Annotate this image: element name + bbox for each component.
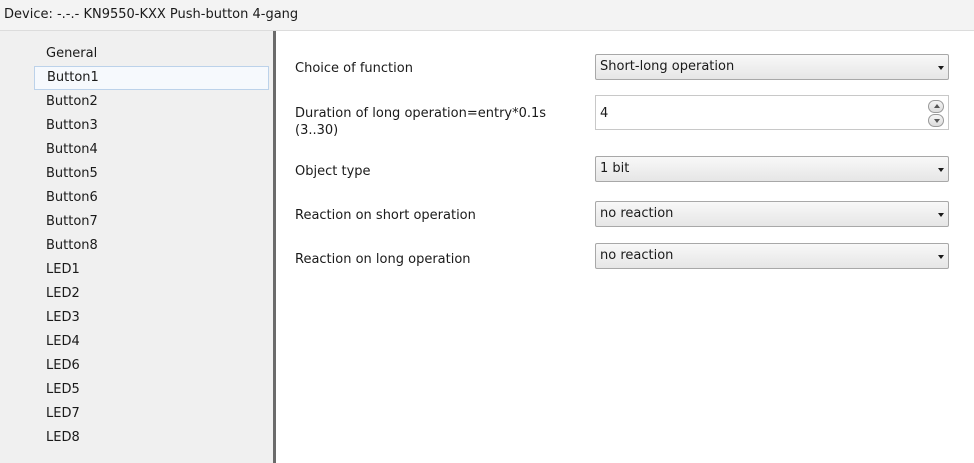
spin-down-button[interactable] bbox=[928, 114, 944, 127]
choice-of-function-label: Choice of function bbox=[295, 61, 413, 76]
long-duration-input[interactable]: 4 bbox=[595, 95, 949, 130]
arrow-down-icon bbox=[934, 119, 940, 123]
sidebar-item-button1[interactable]: Button1 bbox=[34, 66, 269, 90]
long-duration-label: Duration of long operation=entry*0.1s bbox=[295, 106, 547, 121]
sidebar-item-led3[interactable]: LED3 bbox=[34, 306, 269, 330]
sidebar-item-led4[interactable]: LED4 bbox=[34, 330, 269, 354]
choice-of-function-value: Short-long operation bbox=[600, 59, 735, 74]
choice-of-function-select[interactable]: Short-long operation bbox=[595, 54, 949, 80]
short-reaction-select[interactable]: no reaction bbox=[595, 201, 949, 227]
long-duration-value: 4 bbox=[600, 106, 609, 121]
sidebar-item-led6[interactable]: LED6 bbox=[34, 354, 269, 378]
spin-up-button[interactable] bbox=[928, 100, 944, 113]
param-row-short-reaction: Reaction on short operation no reaction bbox=[279, 201, 974, 229]
sidebar-item-led7[interactable]: LED7 bbox=[34, 402, 269, 426]
long-duration-range-label: (3..30) bbox=[295, 123, 339, 138]
object-type-value: 1 bit bbox=[600, 161, 630, 176]
sidebar-item-led8[interactable]: LED8 bbox=[34, 426, 269, 450]
sidebar-item-button8[interactable]: Button8 bbox=[34, 234, 269, 258]
object-type-select[interactable]: 1 bit bbox=[595, 156, 949, 182]
param-row-object-type: Object type 1 bit bbox=[279, 156, 974, 184]
chevron-down-icon bbox=[938, 168, 944, 172]
chevron-down-icon bbox=[938, 213, 944, 217]
sidebar-item-button6[interactable]: Button6 bbox=[34, 186, 269, 210]
arrow-up-icon bbox=[934, 104, 940, 108]
sidebar-item-button7[interactable]: Button7 bbox=[34, 210, 269, 234]
param-row-long-duration: Duration of long operation=entry*0.1s (3… bbox=[279, 95, 974, 138]
nav-list: General Button1 Button2 Button3 Button4 … bbox=[0, 31, 273, 450]
sidebar-item-general[interactable]: General bbox=[34, 42, 269, 66]
sidebar-item-button5[interactable]: Button5 bbox=[34, 162, 269, 186]
param-row-choice-of-function: Choice of function Short-long operation bbox=[279, 54, 974, 82]
long-reaction-label: Reaction on long operation bbox=[295, 252, 471, 267]
sidebar-item-led5[interactable]: LED5 bbox=[34, 378, 269, 402]
sidebar-item-button4[interactable]: Button4 bbox=[34, 138, 269, 162]
parameter-panel: Choice of function Short-long operation … bbox=[279, 31, 974, 463]
chevron-down-icon bbox=[938, 255, 944, 259]
object-type-label: Object type bbox=[295, 164, 371, 179]
sidebar-item-button2[interactable]: Button2 bbox=[34, 90, 269, 114]
long-reaction-select[interactable]: no reaction bbox=[595, 243, 949, 269]
long-reaction-value: no reaction bbox=[600, 248, 674, 263]
chevron-down-icon bbox=[938, 66, 944, 70]
sidebar: General Button1 Button2 Button3 Button4 … bbox=[0, 31, 276, 463]
short-reaction-label: Reaction on short operation bbox=[295, 208, 476, 223]
param-row-long-reaction: Reaction on long operation no reaction bbox=[279, 243, 974, 271]
sidebar-item-button3[interactable]: Button3 bbox=[34, 114, 269, 138]
window-title: Device: -.-.- KN9550-KXX Push-button 4-g… bbox=[0, 0, 974, 31]
short-reaction-value: no reaction bbox=[600, 206, 674, 221]
sidebar-item-led2[interactable]: LED2 bbox=[34, 282, 269, 306]
sidebar-item-led1[interactable]: LED1 bbox=[34, 258, 269, 282]
